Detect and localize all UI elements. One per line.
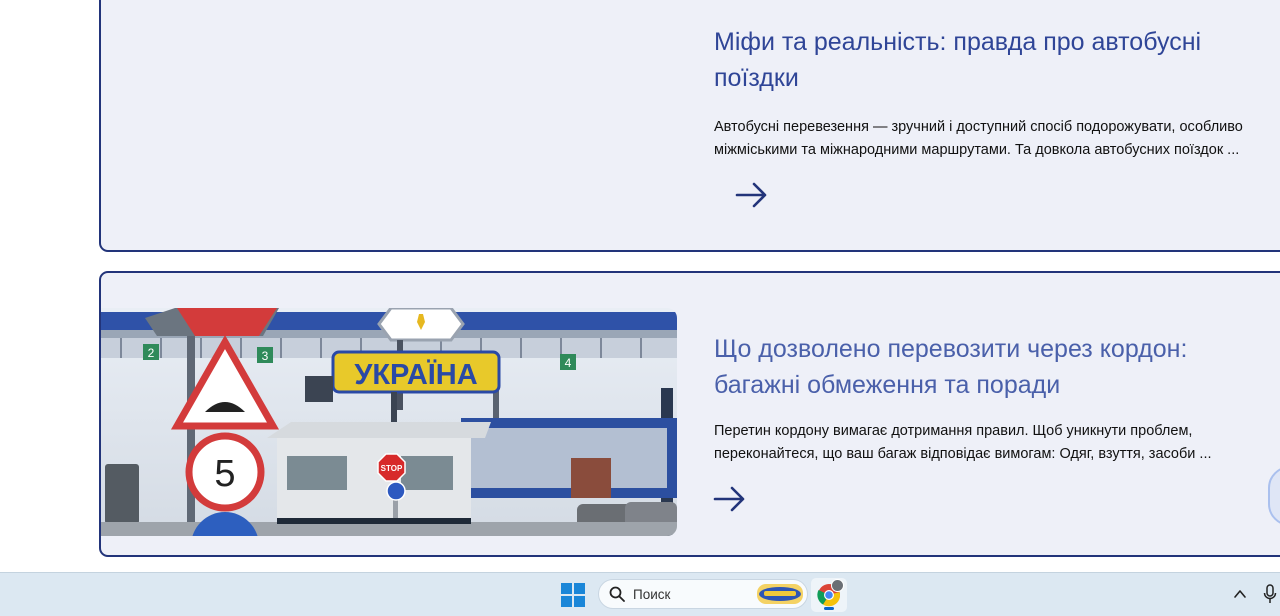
arrow-right-icon[interactable]: [713, 485, 747, 513]
svg-text:STOP: STOP: [381, 464, 403, 473]
svg-text:5: 5: [214, 453, 235, 495]
article-image[interactable]: 2 3 4 УКРАЇНА STOP 5: [101, 308, 677, 536]
svg-text:3: 3: [262, 349, 269, 363]
microphone-icon[interactable]: [1263, 584, 1277, 604]
arrow-right-icon[interactable]: [735, 181, 769, 209]
article-title[interactable]: Що дозволено перевозити через кордон: ба…: [714, 331, 1264, 403]
articles-page: Міфи та реальність: правда про автобусні…: [0, 0, 1280, 572]
svg-text:2: 2: [148, 346, 155, 360]
article-title[interactable]: Міфи та реальність: правда про автобусні…: [714, 24, 1264, 96]
article-card: Міфи та реальність: правда про автобусні…: [99, 0, 1280, 252]
taskbar-search-input[interactable]: Поиск: [598, 579, 808, 609]
search-placeholder: Поиск: [633, 587, 671, 602]
search-highlight-icon: [757, 584, 803, 604]
search-icon: [609, 586, 625, 602]
taskbar: Поиск: [0, 572, 1280, 616]
article-excerpt: Автобусні перевезення — зручний і доступ…: [714, 119, 1243, 158]
chrome-taskbar-button[interactable]: [811, 578, 847, 612]
windows-start-icon[interactable]: [561, 583, 585, 607]
svg-text:УКРАЇНА: УКРАЇНА: [354, 358, 477, 391]
chevron-up-icon[interactable]: [1233, 587, 1247, 601]
svg-text:4: 4: [565, 356, 572, 370]
active-indicator: [824, 607, 834, 610]
notification-badge: [831, 579, 844, 592]
article-card: 2 3 4 УКРАЇНА STOP 5 Що дозволено перево…: [99, 271, 1280, 557]
article-excerpt: Перетин кордону вимагає дотримання прави…: [714, 423, 1212, 462]
